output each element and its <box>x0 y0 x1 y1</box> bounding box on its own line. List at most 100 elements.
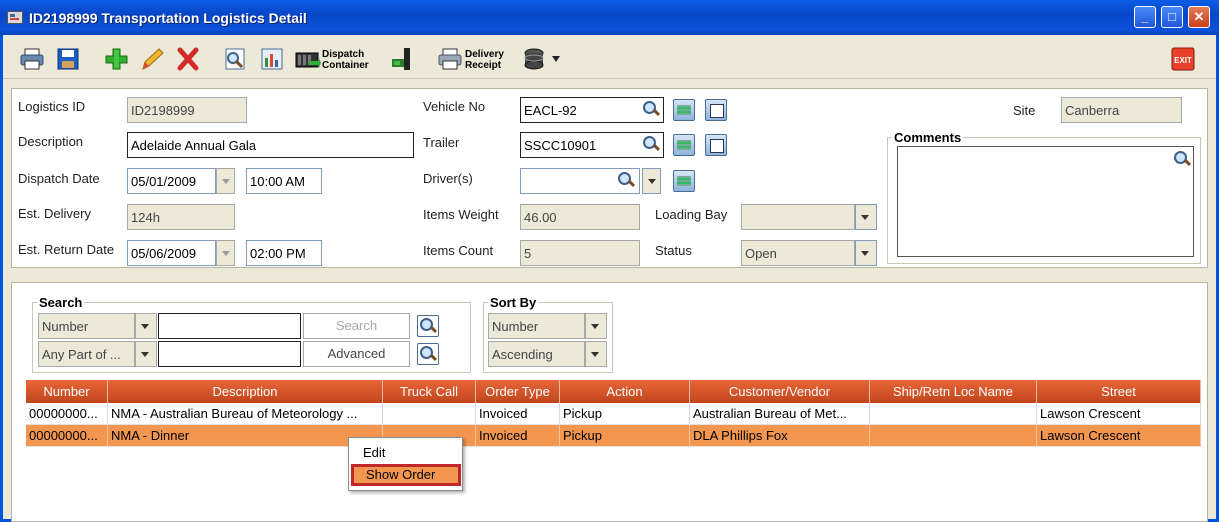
report-icon <box>261 48 283 70</box>
context-menu: Edit Show Order <box>348 437 463 491</box>
search-button[interactable]: Search <box>303 313 410 339</box>
comments-legend: Comments <box>894 130 962 145</box>
items-weight-label: Items Weight <box>423 207 499 222</box>
loading-bay-select[interactable] <box>741 204 855 230</box>
cell-order-type: Invoiced <box>476 403 560 425</box>
save-button[interactable] <box>51 42 83 74</box>
logistics-id-label: Logistics ID <box>18 99 86 114</box>
delivery-receipt-line2: Receipt <box>465 60 502 71</box>
vehicle-edit-icon[interactable] <box>705 99 727 121</box>
database-icon <box>524 48 544 70</box>
drivers-search-icon[interactable] <box>616 170 636 190</box>
est-return-time-field[interactable]: 02:00 PM <box>246 240 322 266</box>
status-select[interactable]: Open <box>741 240 855 266</box>
comments-textarea[interactable] <box>897 146 1194 257</box>
column-header-street[interactable]: Street <box>1037 380 1201 403</box>
est-return-label: Est. Return Date <box>18 242 115 257</box>
delete-button[interactable] <box>171 42 203 74</box>
trailer-list-icon[interactable] <box>673 134 695 156</box>
est-return-date-field[interactable]: 05/06/2009 <box>127 240 216 266</box>
drivers-list-icon[interactable] <box>673 170 695 192</box>
context-menu-edit[interactable]: Edit <box>351 442 461 464</box>
save-icon <box>57 48 79 70</box>
vehicle-list-icon[interactable] <box>673 99 695 121</box>
exit-icon: EXIT <box>1171 47 1195 71</box>
column-header-action[interactable]: Action <box>560 380 690 403</box>
est-delivery-field: 124h <box>127 204 235 230</box>
search-execute-icon[interactable] <box>417 315 439 337</box>
app-icon <box>7 11 23 24</box>
search-field-select-1[interactable]: Number <box>38 313 135 339</box>
column-header-ship-retn-loc[interactable]: Ship/Retn Loc Name <box>870 380 1037 403</box>
loading-bay-label: Loading Bay <box>655 207 728 222</box>
sort-order-dropdown[interactable] <box>585 341 607 367</box>
dispatch-date-field[interactable]: 05/01/2009 <box>127 168 216 194</box>
trailer-label: Trailer <box>423 135 460 150</box>
search-field-dropdown-1[interactable] <box>135 313 157 339</box>
sort-field-dropdown[interactable] <box>585 313 607 339</box>
delivery-receipt-icon <box>438 48 462 70</box>
delete-icon <box>177 47 199 71</box>
status-dropdown-button[interactable] <box>855 240 877 266</box>
exit-label: EXIT <box>1174 56 1192 65</box>
advanced-search-button[interactable]: Advanced <box>303 341 410 367</box>
context-menu-show-order[interactable]: Show Order <box>351 464 461 486</box>
column-header-number[interactable]: Number <box>26 380 108 403</box>
dispatch-container-button[interactable]: Dispatch Container <box>291 42 373 74</box>
dispatch-date-picker[interactable] <box>216 168 235 194</box>
column-header-order-type[interactable]: Order Type <box>476 380 560 403</box>
cell-number: 00000000... <box>26 425 108 447</box>
column-header-description[interactable]: Description <box>108 380 383 403</box>
delivery-receipt-line1: Delivery <box>465 49 504 60</box>
status-label: Status <box>655 243 692 258</box>
search-input-1[interactable] <box>158 313 301 339</box>
minimize-button[interactable]: _ <box>1134 6 1156 28</box>
drivers-label: Driver(s) <box>423 171 473 186</box>
table-row[interactable]: 00000000... NMA - Australian Bureau of M… <box>26 403 1201 425</box>
comments-search-icon[interactable] <box>1172 149 1192 169</box>
drivers-dropdown-button[interactable] <box>642 168 661 194</box>
dispatch-container-line2: Container <box>322 60 369 71</box>
trailer-edit-icon[interactable] <box>705 134 727 156</box>
est-delivery-label: Est. Delivery <box>18 206 91 221</box>
delivery-receipt-button[interactable]: Delivery Receipt <box>433 42 515 74</box>
cell-action: Pickup <box>560 403 690 425</box>
column-header-truck-call[interactable]: Truck Call <box>383 380 476 403</box>
search-legend: Search <box>39 295 83 310</box>
est-return-date-picker[interactable] <box>216 240 235 266</box>
print-button[interactable] <box>15 42 47 74</box>
sort-field-select[interactable]: Number <box>488 313 585 339</box>
search-report-button[interactable] <box>218 42 250 74</box>
cell-customer-vendor: DLA Phillips Fox <box>690 425 870 447</box>
close-button[interactable]: ✕ <box>1188 6 1210 28</box>
search-report-icon <box>225 48 245 70</box>
edit-button[interactable] <box>135 42 167 74</box>
exit-button[interactable]: EXIT <box>1166 42 1198 74</box>
items-weight-field: 46.00 <box>520 204 640 230</box>
search-field-select-2[interactable]: Any Part of ... <box>38 341 135 367</box>
load-truck-button[interactable] <box>386 42 418 74</box>
search-field-dropdown-2[interactable] <box>135 341 157 367</box>
column-header-customer-vendor[interactable]: Customer/Vendor <box>690 380 870 403</box>
site-field: Canberra <box>1061 97 1182 123</box>
dispatch-container-icon <box>295 52 321 68</box>
maximize-button[interactable]: □ <box>1161 6 1183 28</box>
dispatch-date-label: Dispatch Date <box>18 171 100 186</box>
trailer-search-icon[interactable] <box>641 134 661 154</box>
add-button[interactable] <box>99 42 131 74</box>
title-bar[interactable]: ID2198999 Transportation Logistics Detai… <box>0 0 1219 35</box>
report-button[interactable] <box>255 42 287 74</box>
items-count-field: 5 <box>520 240 640 266</box>
vehicle-search-icon[interactable] <box>641 99 661 119</box>
search-input-2[interactable] <box>158 341 301 367</box>
cell-customer-vendor: Australian Bureau of Met... <box>690 403 870 425</box>
cell-description: NMA - Dinner <box>108 425 383 447</box>
dispatch-time-field[interactable]: 10:00 AM <box>246 168 322 194</box>
database-menu-button[interactable] <box>517 42 565 74</box>
description-field[interactable]: Adelaide Annual Gala <box>127 132 414 158</box>
loading-bay-dropdown-button[interactable] <box>855 204 877 230</box>
sort-order-select[interactable]: Ascending <box>488 341 585 367</box>
advanced-search-icon[interactable] <box>417 343 439 365</box>
cell-number: 00000000... <box>26 403 108 425</box>
table-row-selected[interactable]: 00000000... NMA - Dinner Invoiced Pickup… <box>26 425 1201 447</box>
